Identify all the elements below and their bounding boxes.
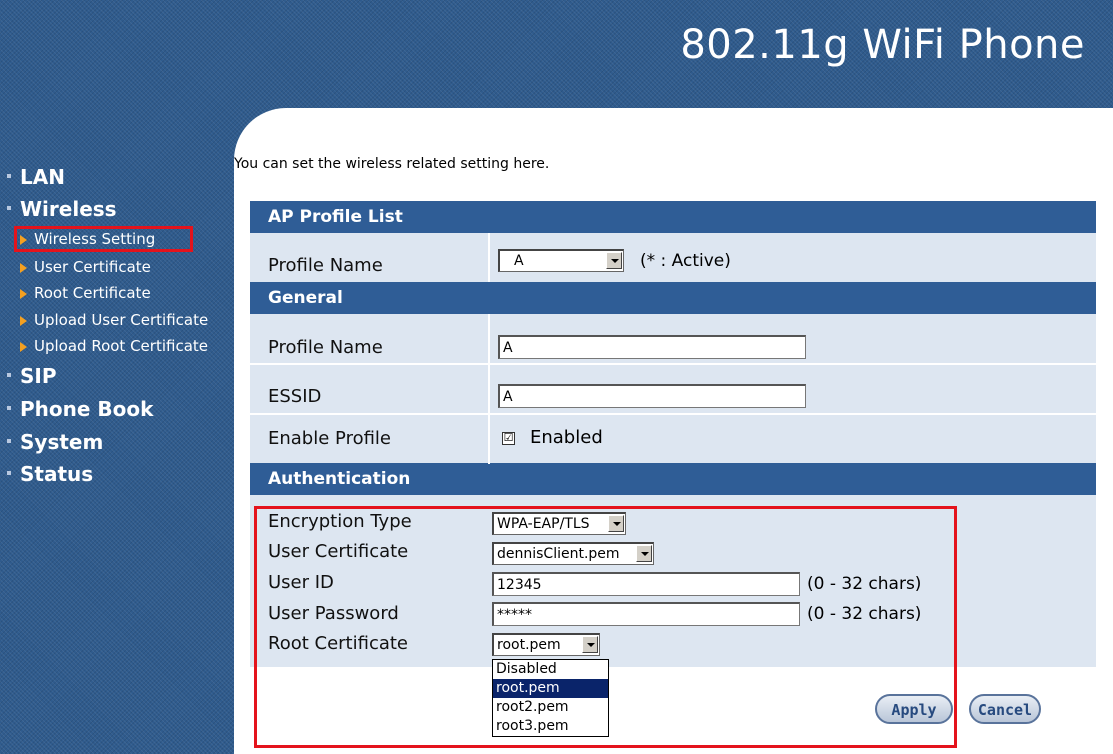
profile-select[interactable]: A xyxy=(498,249,624,272)
nav-wireless-label: Wireless xyxy=(20,197,117,221)
profile-name-input[interactable] xyxy=(498,335,806,359)
essid-input[interactable] xyxy=(498,384,806,408)
enabled-text: Enabled xyxy=(530,427,603,448)
arrow-right-icon xyxy=(20,316,27,326)
nav-sip[interactable]: SIP xyxy=(0,364,57,388)
nav-wireless[interactable]: Wireless xyxy=(0,197,117,221)
annotation-highlight xyxy=(254,506,957,748)
nav-status-label: Status xyxy=(20,462,94,486)
sidebar-item-root-certificate[interactable]: Root Certificate xyxy=(20,284,151,302)
app-title: 802.11g WiFi Phone xyxy=(680,22,1085,68)
section-header-ap-profile-list: AP Profile List xyxy=(250,201,1096,233)
bullet-icon xyxy=(7,174,11,178)
column-divider xyxy=(488,233,490,282)
nav-phone-book[interactable]: Phone Book xyxy=(0,397,153,421)
sidebar-item-user-certificate[interactable]: User Certificate xyxy=(20,258,151,276)
sidebar-item-label: User Certificate xyxy=(34,258,151,276)
profile-select-value: A xyxy=(514,253,524,269)
sidebar-item-upload-user-certificate[interactable]: Upload User Certificate xyxy=(20,311,208,329)
bullet-icon xyxy=(7,373,11,377)
column-divider xyxy=(488,314,490,464)
section-header-general: General xyxy=(250,282,1096,314)
bullet-icon xyxy=(7,439,11,443)
nav-system[interactable]: System xyxy=(0,430,103,454)
profile-select-label: Profile Name xyxy=(268,255,383,276)
nav-phone-book-label: Phone Book xyxy=(20,397,154,421)
bullet-icon xyxy=(7,471,11,475)
sidebar-item-label: Upload Root Certificate xyxy=(34,337,208,355)
essid-label: ESSID xyxy=(268,386,322,407)
enable-profile-checkbox[interactable]: ☑ xyxy=(502,432,515,445)
chevron-down-icon[interactable] xyxy=(606,252,622,269)
enable-profile-label: Enable Profile xyxy=(268,428,392,449)
row-divider xyxy=(250,363,1096,365)
section-header-authentication: Authentication xyxy=(250,463,1096,495)
profile-name-label: Profile Name xyxy=(268,337,383,358)
cancel-button[interactable]: Cancel xyxy=(969,694,1041,724)
arrow-right-icon xyxy=(20,289,27,299)
intro-text: You can set the wireless related setting… xyxy=(234,156,550,172)
arrow-right-icon xyxy=(20,342,27,352)
row-divider xyxy=(250,413,1096,415)
nav-status[interactable]: Status xyxy=(0,462,93,486)
nav-system-label: System xyxy=(20,430,104,454)
sidebar-item-upload-root-certificate[interactable]: Upload Root Certificate xyxy=(20,337,208,355)
bullet-icon xyxy=(7,206,11,210)
arrow-right-icon xyxy=(20,263,27,273)
nav-lan[interactable]: LAN xyxy=(0,165,65,189)
nav-lan-label: LAN xyxy=(20,165,65,189)
nav-sip-label: SIP xyxy=(20,364,57,388)
sidebar-item-label: Root Certificate xyxy=(34,284,151,302)
selection-highlight xyxy=(14,226,193,252)
active-note: (* : Active) xyxy=(640,251,731,271)
bullet-icon xyxy=(7,406,11,410)
sidebar-item-label: Upload User Certificate xyxy=(34,311,209,329)
